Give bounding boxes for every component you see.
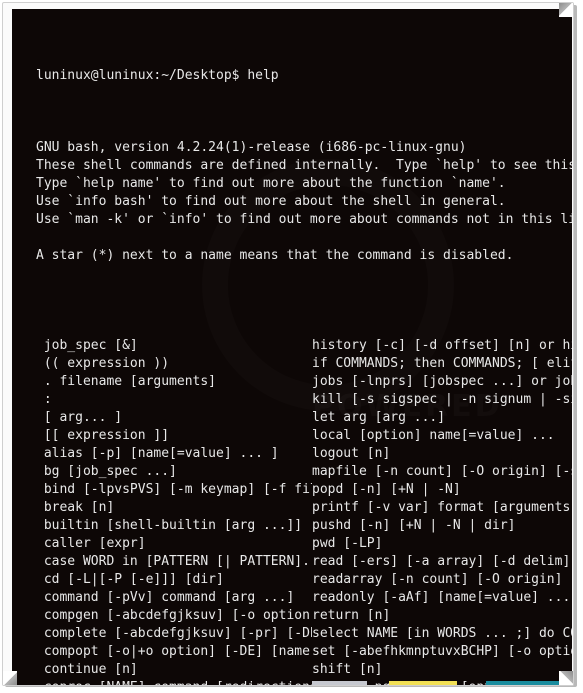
- help-header-line: Use `man -k' or `info' to find out more …: [36, 212, 572, 227]
- terminal-text-buffer: luninux@luninux:~/Desktop$ help GNU bash…: [12, 9, 572, 685]
- builtin-left-cell: job_spec [&]: [36, 338, 138, 353]
- builtin-left-cell: builtin [shell-builtin [arg ...]]: [36, 518, 303, 533]
- builtin-row: . filename [arguments] jobs [-lnprs] [job…: [36, 373, 572, 391]
- builtin-left-cell: alias [-p] [name[=value] ... ]: [36, 446, 279, 461]
- builtin-left-cell: bind [-lpvsPVS] [-m keymap] [-f filen>: [36, 482, 312, 497]
- builtin-left-cell: continue [n]: [36, 662, 138, 677]
- builtin-right-cell: readonly [-aAf] [name[=value] ...] o>: [312, 590, 572, 605]
- builtin-row: : kill [-s sigspec | -n signum | -sigs>: [36, 391, 572, 409]
- builtin-row: alias [-p] [name[=value] ... ] logout [n]: [36, 445, 572, 463]
- builtin-right-cell: if COMMANDS; then COMMANDS; [ elif C>: [312, 356, 572, 371]
- strip-grey: [312, 681, 367, 685]
- builtin-row: break [n] printf [-v var] format [argumen…: [36, 499, 572, 517]
- strip-yellow: [389, 681, 457, 685]
- builtin-right-cell: shift [n]: [312, 662, 383, 677]
- builtin-row: [ arg... ] let arg [arg ...]: [36, 409, 572, 427]
- builtin-left-cell: (( expression )): [36, 356, 170, 371]
- builtin-right-cell: kill [-s sigspec | -n signum | -sigs>: [312, 392, 572, 407]
- builtin-right-cell: readarray [-n count] [-O origin] [-s>: [312, 572, 572, 587]
- builtin-right-cell: pushd [-n] [+N | -N | dir]: [312, 518, 516, 533]
- builtin-left-cell: compgen [-abcdefgjksuv] [-o option] >: [36, 608, 312, 623]
- screenshot-root: POWERED luninux@luninux:~/Desktop$ help …: [0, 0, 583, 693]
- builtin-right-cell: history [-c] [-d offset] [n] or hist>: [312, 338, 572, 353]
- builtin-row: command [-pVv] command [arg ...] readonly…: [36, 589, 572, 607]
- builtin-left-cell: caller [expr]: [36, 536, 146, 551]
- corner-fold-bottom-right: [559, 671, 573, 685]
- builtin-row: cd [-L|[-P [-e]]] [dir] readarray [-n cou…: [36, 571, 572, 589]
- help-header-line: Type `help name' to find out more about …: [36, 176, 506, 191]
- builtin-left-cell: compopt [-o|+o option] [-DE] [name ..>: [36, 644, 312, 659]
- help-header-line: These shell commands are defined interna…: [36, 158, 572, 173]
- builtin-row: continue [n] shift [n]: [36, 661, 572, 679]
- help-header-line: Use `info bash' to find out more about t…: [36, 194, 506, 209]
- builtin-row: bind [-lpvsPVS] [-m keymap] [-f filen>po…: [36, 481, 572, 499]
- builtin-left-cell: [ arg... ]: [36, 410, 123, 425]
- builtin-row: job_spec [&] history [-c] [-d offset] [n]…: [36, 337, 572, 355]
- builtin-row: [[ expression ]] local [option] name[=val…: [36, 427, 572, 445]
- builtin-left-cell: break [n]: [36, 500, 115, 515]
- builtin-row: compgen [-abcdefgjksuv] [-o option] >ret…: [36, 607, 572, 625]
- builtin-right-cell: read [-ers] [-a array] [-d delim] [->: [312, 554, 571, 569]
- builtin-right-cell: popd [-n] [+N | -N]: [312, 482, 461, 497]
- taskbar-color-strip: [12, 680, 572, 685]
- builtin-right-cell: set [-abefhkmnptuvxBCHP] [-o option->: [312, 644, 572, 659]
- strip-teal: [486, 681, 567, 685]
- builtin-left-cell: [[ expression ]]: [36, 428, 170, 443]
- terminal-window-frame: POWERED luninux@luninux:~/Desktop$ help …: [2, 2, 574, 686]
- builtin-right-cell: printf [-v var] format [arguments]: [312, 500, 572, 515]
- corner-fold-top-right: [559, 3, 573, 17]
- builtin-right-cell: select NAME [in WORDS ... ;] do COMM>: [312, 626, 572, 641]
- builtin-left-cell: case WORD in [PATTERN [| PATTERN]...)>: [36, 554, 312, 569]
- builtin-right-cell: logout [n]: [312, 446, 391, 461]
- builtin-right-cell: local [option] name[=value] ...: [312, 428, 555, 443]
- builtin-left-cell: . filename [arguments]: [36, 374, 217, 389]
- builtin-row: caller [expr] pwd [-LP]: [36, 535, 572, 553]
- terminal-screen[interactable]: POWERED luninux@luninux:~/Desktop$ help …: [12, 9, 572, 685]
- builtin-row: complete [-abcdefgjksuv] [-pr] [-DE] >se…: [36, 625, 572, 643]
- builtin-right-cell: pwd [-LP]: [312, 536, 383, 551]
- builtin-right-cell: jobs [-lnprs] [jobspec ...] or jobs >: [312, 374, 572, 389]
- help-header-line: A star (*) next to a name means that the…: [36, 248, 514, 263]
- builtin-left-cell: :: [36, 392, 52, 407]
- builtin-row: case WORD in [PATTERN [| PATTERN]...)>re…: [36, 553, 572, 571]
- builtin-row: bg [job_spec ...] mapfile [-n count] [-O …: [36, 463, 572, 481]
- corner-fold-bottom-left: [3, 671, 17, 685]
- builtin-left-cell: bg [job_spec ...]: [36, 464, 177, 479]
- builtin-command-list: job_spec [&] history [-c] [-d offset] [n]…: [36, 337, 572, 685]
- command-prompt-line-top: luninux@luninux:~/Desktop$ help: [36, 68, 279, 83]
- help-header-line: GNU bash, version 4.2.24(1)-release (i68…: [36, 140, 467, 155]
- builtin-right-cell: mapfile [-n count] [-O origin] [-s c>: [312, 464, 572, 479]
- bash-help-header: GNU bash, version 4.2.24(1)-release (i68…: [36, 139, 572, 283]
- builtin-row: builtin [shell-builtin [arg ...]] pushd […: [36, 517, 572, 535]
- builtin-row: compopt [-o|+o option] [-DE] [name ..>se…: [36, 643, 572, 661]
- builtin-left-cell: cd [-L|[-P [-e]]] [dir]: [36, 572, 224, 587]
- builtin-left-cell: complete [-abcdefgjksuv] [-pr] [-DE] >: [36, 626, 312, 641]
- builtin-row: (( expression )) if COMMANDS; then COMMAN…: [36, 355, 572, 373]
- builtin-right-cell: return [n]: [312, 608, 391, 623]
- builtin-right-cell: let arg [arg ...]: [312, 410, 446, 425]
- builtin-left-cell: command [-pVv] command [arg ...]: [36, 590, 295, 605]
